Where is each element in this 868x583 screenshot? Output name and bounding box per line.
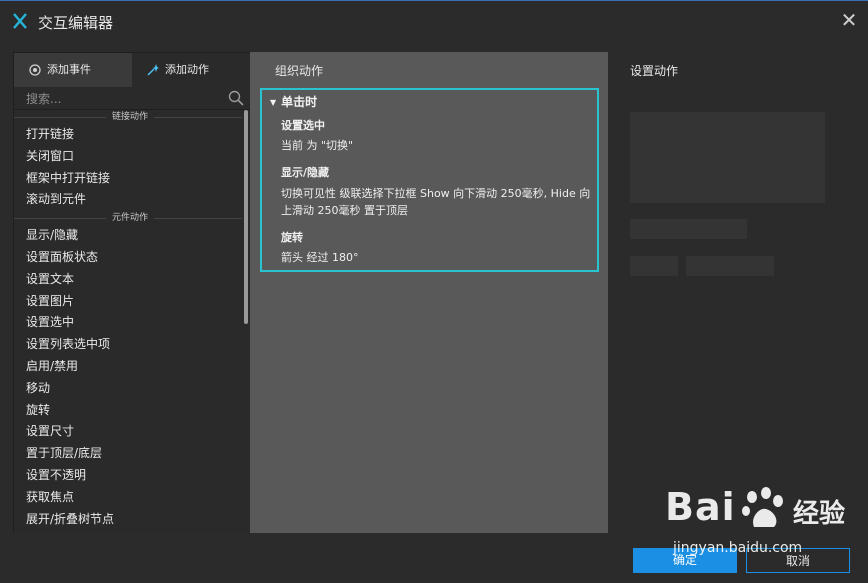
panel-title: 组织动作 bbox=[275, 64, 324, 78]
event-icon bbox=[29, 64, 41, 76]
list-item[interactable]: 设置列表选中项 bbox=[14, 334, 242, 356]
list-item[interactable]: 移动 bbox=[14, 378, 242, 400]
action-description[interactable]: 箭头 经过 180° bbox=[281, 249, 599, 266]
action-name[interactable]: 设置选中 bbox=[281, 117, 325, 133]
list-item[interactable]: 启用/禁用 bbox=[14, 356, 242, 378]
watermark-brand-cn: 经验 bbox=[793, 499, 846, 529]
placeholder-block bbox=[686, 256, 774, 276]
list-item[interactable]: 打开链接 bbox=[14, 124, 242, 146]
list-item[interactable]: 设置图片 bbox=[14, 291, 242, 313]
section-header: 链接动作 bbox=[14, 110, 242, 124]
placeholder-block bbox=[630, 112, 825, 203]
list-item[interactable]: 设置不透明 bbox=[14, 465, 242, 487]
section-title: 链接动作 bbox=[106, 110, 155, 124]
axure-logo-icon bbox=[13, 13, 27, 29]
panel-title: 设置动作 bbox=[630, 64, 679, 78]
configure-action-panel: 设置动作 bbox=[609, 52, 855, 533]
organize-actions-panel: 组织动作 ▼ 单击时 设置选中 当前 为 "切换" 显示/隐藏 切换可见性 级联选… bbox=[250, 52, 608, 533]
window-title: 交互编辑器 bbox=[38, 14, 114, 32]
section-header: 元件动作 bbox=[14, 211, 242, 226]
search-input[interactable]: 搜索... bbox=[14, 87, 250, 110]
tab-add-event[interactable]: 添加事件 bbox=[14, 53, 132, 87]
interaction-case[interactable]: ▼ 单击时 设置选中 当前 为 "切换" 显示/隐藏 切换可见性 级联选择下拉框 … bbox=[260, 88, 599, 272]
paw-icon bbox=[742, 487, 783, 527]
watermark-brand: Bai bbox=[665, 485, 736, 529]
action-description[interactable]: 切换可见性 级联选择下拉框 Show 向下滑动 250毫秒, Hide 向上滑动… bbox=[281, 185, 599, 219]
list-item[interactable]: 设置选中 bbox=[14, 312, 242, 334]
sparkle-icon bbox=[147, 64, 159, 76]
tab-label: 添加动作 bbox=[165, 63, 209, 76]
search-placeholder: 搜索... bbox=[26, 92, 62, 106]
list-item[interactable]: 获取焦点 bbox=[14, 487, 242, 509]
action-name[interactable]: 旋转 bbox=[281, 229, 303, 245]
tab-add-action[interactable]: 添加动作 bbox=[132, 53, 250, 87]
list-item[interactable]: 滚动到元件 bbox=[14, 189, 242, 211]
action-name[interactable]: 显示/隐藏 bbox=[281, 164, 329, 180]
action-list: 链接动作 打开链接 关闭窗口 框架中打开链接 滚动到元件 元件动作 显示/隐藏 … bbox=[14, 110, 242, 534]
placeholder-block bbox=[630, 256, 678, 276]
section-title: 元件动作 bbox=[106, 211, 155, 226]
placeholder-block bbox=[630, 219, 747, 239]
trigger-label: 单击时 bbox=[281, 95, 318, 109]
list-item[interactable]: 置于顶层/底层 bbox=[14, 443, 242, 465]
action-library-panel: 添加事件 添加动作 搜索... 链接动作 打开链接 关闭窗口 框架中打开链接 滚… bbox=[13, 52, 251, 535]
list-item[interactable]: 旋转 bbox=[14, 400, 242, 422]
list-item[interactable]: 展开/折叠树节点 bbox=[14, 509, 242, 531]
tab-bar: 添加事件 添加动作 bbox=[14, 53, 250, 87]
trigger-row[interactable]: ▼ 单击时 bbox=[270, 93, 317, 110]
list-item[interactable]: 关闭窗口 bbox=[14, 146, 242, 168]
list-item[interactable]: 设置文本 bbox=[14, 269, 242, 291]
search-icon[interactable] bbox=[228, 90, 244, 106]
scrollbar[interactable] bbox=[244, 110, 248, 324]
triangle-down-icon[interactable]: ▼ bbox=[270, 98, 276, 107]
title-bar: 交互编辑器 ✕ bbox=[0, 0, 868, 45]
tab-label: 添加事件 bbox=[47, 63, 91, 76]
action-description[interactable]: 当前 为 "切换" bbox=[281, 137, 599, 154]
watermark-url: jingyan.baidu.com bbox=[673, 540, 803, 556]
baidu-watermark: Bai 经验 jingyan.baidu.com bbox=[665, 485, 865, 567]
close-icon[interactable]: ✕ bbox=[838, 9, 860, 31]
list-item[interactable]: 设置尺寸 bbox=[14, 421, 242, 443]
list-item[interactable]: 框架中打开链接 bbox=[14, 168, 242, 190]
list-item[interactable]: 显示/隐藏 bbox=[14, 225, 242, 247]
list-item[interactable]: 设置面板状态 bbox=[14, 247, 242, 269]
